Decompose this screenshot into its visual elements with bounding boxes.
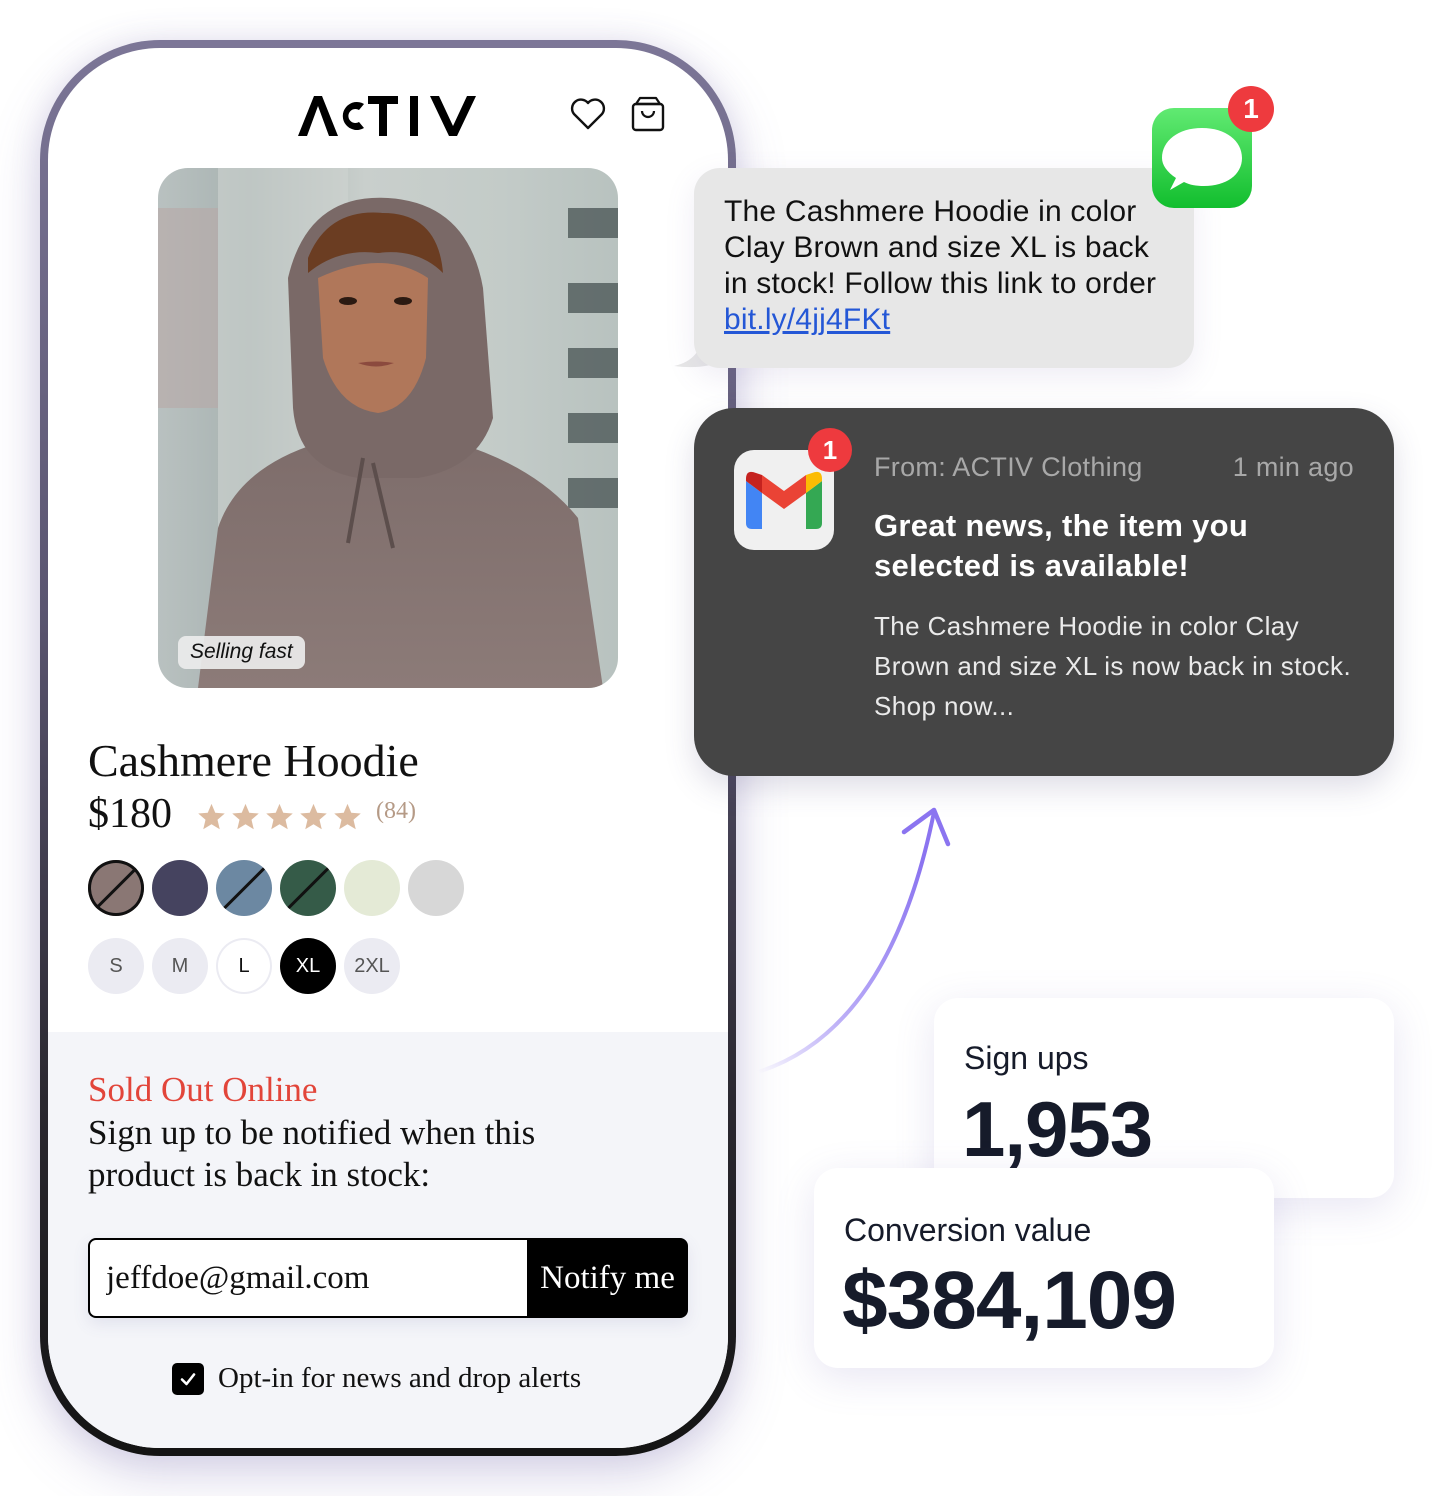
optin-row[interactable]: Opt-in for news and drop alerts bbox=[172, 1362, 581, 1395]
color-swatch[interactable] bbox=[280, 860, 336, 916]
shopping-bag-icon[interactable] bbox=[628, 94, 668, 134]
sold-out-slash-icon bbox=[220, 863, 270, 912]
signups-value: 1,953 bbox=[962, 1085, 1153, 1173]
activ-logo[interactable]: ACTIV bbox=[298, 94, 480, 138]
color-swatch[interactable] bbox=[344, 860, 400, 916]
optin-label: Opt-in for news and drop alerts bbox=[218, 1362, 582, 1394]
star-icon bbox=[232, 803, 259, 830]
product-image[interactable]: Selling fast bbox=[158, 168, 618, 688]
size-option[interactable]: M bbox=[152, 938, 208, 994]
star-rating bbox=[196, 802, 363, 832]
review-count[interactable]: (84) bbox=[376, 798, 416, 825]
email-input[interactable] bbox=[88, 1238, 527, 1318]
back-in-stock-section: Sold Out Online Sign up to be notified w… bbox=[48, 1032, 728, 1448]
star-icon bbox=[334, 803, 361, 830]
sold-out-status: Sold Out Online bbox=[88, 1070, 318, 1109]
email-notification-card[interactable]: 1 From: ACTIV Clothing 1 min ago Great n… bbox=[694, 408, 1394, 776]
messages-notification-badge: 1 bbox=[1228, 86, 1274, 132]
star-icon bbox=[266, 803, 293, 830]
phone-mockup: ACTIV bbox=[40, 40, 736, 1456]
heart-icon[interactable] bbox=[568, 94, 608, 134]
checkmark-icon bbox=[180, 1372, 196, 1385]
color-swatch[interactable] bbox=[408, 860, 464, 916]
size-option[interactable]: 2XL bbox=[344, 938, 400, 994]
conversion-value: $384,109 bbox=[842, 1255, 1177, 1346]
product-title: Cashmere Hoodie bbox=[88, 735, 419, 786]
signups-label: Sign ups bbox=[964, 1040, 1089, 1076]
sms-message-bubble: The Cashmere Hoodie in color Clay Brown … bbox=[694, 168, 1194, 368]
color-swatch[interactable] bbox=[216, 860, 272, 916]
sold-out-slash-icon bbox=[92, 863, 142, 912]
notify-form: Notify me bbox=[88, 1238, 688, 1318]
sms-link[interactable]: bit.ly/4jj4FKt bbox=[724, 303, 890, 336]
phone-screen: ACTIV bbox=[48, 48, 728, 1448]
color-swatch[interactable] bbox=[152, 860, 208, 916]
email-preview: The Cashmere Hoodie in color Clay Brown … bbox=[874, 611, 1352, 721]
signup-prompt: Sign up to be notified when this product… bbox=[88, 1113, 536, 1194]
sms-body: The Cashmere Hoodie in color Clay Brown … bbox=[724, 195, 1157, 300]
star-icon bbox=[300, 803, 327, 830]
notify-me-button[interactable]: Notify me bbox=[527, 1238, 688, 1318]
size-option[interactable]: XL bbox=[280, 938, 336, 994]
sold-out-slash-icon bbox=[284, 863, 334, 912]
hoodie-model-photo bbox=[158, 168, 618, 688]
size-selector: S M L XL 2XL bbox=[88, 938, 400, 994]
conversion-stat-card: Conversion value $384,109 bbox=[814, 1168, 1274, 1368]
color-swatch[interactable] bbox=[88, 860, 144, 916]
optin-checkbox[interactable] bbox=[172, 1362, 204, 1395]
conversion-label: Conversion value bbox=[844, 1212, 1092, 1248]
sms-text: The Cashmere Hoodie in color Clay Brown … bbox=[724, 194, 1174, 338]
product-price: $180 bbox=[88, 791, 172, 837]
gmail-logo-icon bbox=[746, 471, 822, 529]
size-option[interactable]: L bbox=[216, 938, 272, 994]
size-option[interactable]: S bbox=[88, 938, 144, 994]
email-subject: Great news, the item you selected is ava… bbox=[874, 508, 1249, 583]
star-icon bbox=[198, 803, 225, 830]
gmail-notification-badge: 1 bbox=[808, 428, 852, 472]
color-swatches bbox=[88, 860, 464, 916]
email-sender: From: ACTIV Clothing bbox=[874, 452, 1143, 482]
selling-fast-badge: Selling fast bbox=[178, 636, 305, 669]
email-timestamp: 1 min ago bbox=[1232, 452, 1354, 482]
